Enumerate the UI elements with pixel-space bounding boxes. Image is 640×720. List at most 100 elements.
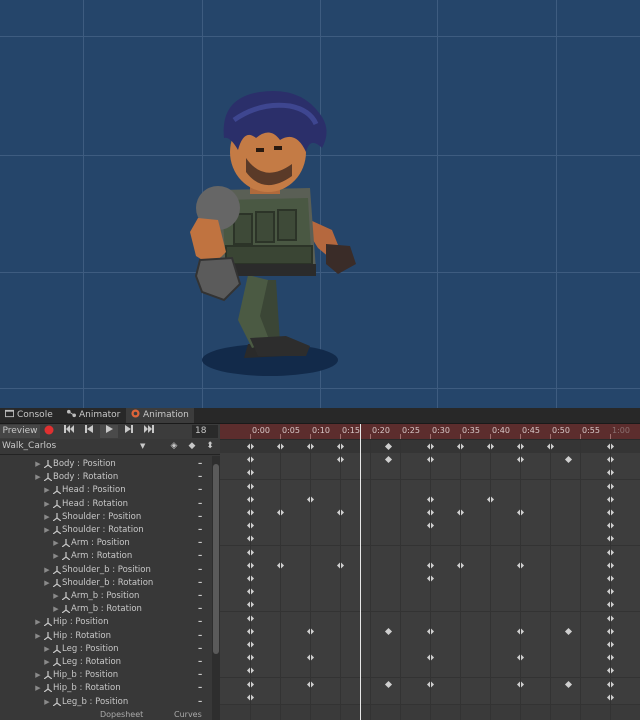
remove-property-icon[interactable]: –: [198, 603, 202, 616]
last-keyframe-button[interactable]: [140, 425, 158, 438]
expand-arrow-icon[interactable]: ▶: [52, 590, 60, 603]
play-button[interactable]: [100, 425, 118, 438]
expand-arrow-icon[interactable]: ▶: [43, 498, 51, 511]
ruler-tick-label: 0:10: [312, 426, 330, 435]
property-row[interactable]: ▶ Leg : Rotation –: [0, 656, 210, 669]
property-row[interactable]: ▶ Arm_b : Rotation –: [0, 603, 210, 616]
property-row[interactable]: ▶ Arm : Rotation –: [0, 550, 210, 563]
property-row[interactable]: ▶ Leg_b : Position –: [0, 696, 210, 709]
event-marker-button[interactable]: ⬍: [204, 440, 216, 453]
property-label: Head : Rotation: [62, 498, 129, 509]
frame-field[interactable]: 18: [192, 425, 218, 438]
remove-property-icon[interactable]: –: [198, 550, 202, 563]
remove-property-icon[interactable]: –: [198, 696, 202, 709]
tab-animation[interactable]: Animation: [126, 408, 194, 423]
transform-icon: [44, 631, 52, 640]
property-row[interactable]: ▶ Hip_b : Rotation –: [0, 682, 210, 695]
expand-arrow-icon[interactable]: ▶: [34, 630, 42, 643]
property-row[interactable]: ▶ Head : Rotation –: [0, 498, 210, 511]
property-row[interactable]: ▶ Shoulder_b : Rotation –: [0, 577, 210, 590]
property-label: Leg : Position: [62, 643, 119, 654]
timeline-grid-line: [340, 440, 341, 720]
remove-property-icon[interactable]: –: [198, 524, 202, 537]
add-keyframe-button[interactable]: ◈: [168, 440, 180, 453]
expand-arrow-icon[interactable]: ▶: [34, 669, 42, 682]
ruler-tick-label: 0:15: [342, 426, 360, 435]
expand-arrow-icon[interactable]: ▶: [43, 511, 51, 524]
expand-arrow-icon[interactable]: ▶: [43, 656, 51, 669]
property-row[interactable]: ▶ Body : Position –: [0, 458, 210, 471]
expand-arrow-icon[interactable]: ▶: [34, 458, 42, 471]
remove-property-icon[interactable]: –: [198, 656, 202, 669]
expand-arrow-icon[interactable]: ▶: [52, 537, 60, 550]
remove-property-icon[interactable]: –: [198, 498, 202, 511]
remove-property-icon[interactable]: –: [198, 471, 202, 484]
first-keyframe-button[interactable]: [60, 425, 78, 438]
remove-property-icon[interactable]: –: [198, 484, 202, 497]
prev-keyframe-button[interactable]: [80, 425, 98, 438]
remove-property-icon[interactable]: –: [198, 511, 202, 524]
expand-arrow-icon[interactable]: ▶: [43, 484, 51, 497]
remove-property-icon[interactable]: –: [198, 537, 202, 550]
property-row[interactable]: ▶ Shoulder : Rotation –: [0, 524, 210, 537]
property-row[interactable]: ▶ Shoulder_b : Position –: [0, 564, 210, 577]
tab-animator[interactable]: Animator: [62, 408, 125, 423]
add-event-button[interactable]: ◆: [186, 440, 198, 453]
scene-view[interactable]: [0, 0, 640, 408]
playhead[interactable]: [360, 424, 361, 720]
expand-arrow-icon[interactable]: ▶: [43, 564, 51, 577]
next-keyframe-button[interactable]: [120, 425, 138, 438]
expand-arrow-icon[interactable]: ▶: [34, 682, 42, 695]
clip-dropdown[interactable]: Walk_Carlos ▼: [0, 440, 150, 453]
tab-console[interactable]: Console: [0, 408, 58, 423]
property-row[interactable]: ▶ Body : Rotation –: [0, 471, 210, 484]
property-row[interactable]: ▶ Hip : Position –: [0, 616, 210, 629]
property-row[interactable]: ▶ Head : Position –: [0, 484, 210, 497]
remove-property-icon[interactable]: –: [198, 682, 202, 695]
ruler-tick-label: 1:00: [612, 426, 630, 435]
property-row[interactable]: ▶ Arm_b : Position –: [0, 590, 210, 603]
property-row[interactable]: ▶ Hip_b : Position –: [0, 669, 210, 682]
expand-arrow-icon[interactable]: ▶: [34, 616, 42, 629]
remove-property-icon[interactable]: –: [198, 643, 202, 656]
remove-property-icon[interactable]: –: [198, 590, 202, 603]
tab-label: Animation: [143, 410, 189, 420]
property-row[interactable]: ▶ Hip : Rotation –: [0, 630, 210, 643]
preview-button[interactable]: Preview: [0, 425, 40, 438]
property-panel: Preview 18 Walk_Carlos ▼ ◈ ◆ ⬍ ▶ Body: …: [0, 424, 220, 720]
ruler-tick: [340, 434, 341, 439]
property-scrollbar[interactable]: [212, 456, 220, 720]
tab-dopesheet[interactable]: Dopesheet: [100, 710, 143, 719]
tab-curves[interactable]: Curves: [174, 710, 202, 719]
expand-arrow-icon[interactable]: ▶: [52, 550, 60, 563]
remove-property-icon[interactable]: –: [198, 616, 202, 629]
character-sprite[interactable]: [160, 80, 380, 390]
property-row[interactable]: ▶ Shoulder : Position –: [0, 511, 210, 524]
clip-bar: Walk_Carlos ▼ ◈ ◆ ⬍: [0, 439, 220, 455]
expand-arrow-icon[interactable]: ▶: [52, 603, 60, 616]
timeline-ruler[interactable]: 0:00 0:05 0:10 0:15 0:20 0:25 0:30 0:35 0:40 0:45…: [220, 424, 640, 440]
ruler-tick: [490, 434, 491, 439]
expand-arrow-icon[interactable]: ▶: [43, 643, 51, 656]
remove-property-icon[interactable]: –: [198, 669, 202, 682]
dopesheet[interactable]: 0:00 0:05 0:10 0:15 0:20 0:25 0:30 0:35 0:40 0:45…: [220, 424, 640, 720]
property-row[interactable]: ▶ Arm : Position –: [0, 537, 210, 550]
transform-icon: [44, 671, 52, 680]
transform-icon: [53, 697, 61, 706]
expand-arrow-icon[interactable]: ▶: [43, 696, 51, 709]
expand-arrow-icon[interactable]: ▶: [34, 471, 42, 484]
keyframe-add-icon: ◈: [170, 441, 178, 451]
expand-arrow-icon[interactable]: ▶: [43, 577, 51, 590]
timeline-grid-line: [610, 440, 611, 720]
expand-arrow-icon[interactable]: ▶: [43, 524, 51, 537]
ruler-tick: [580, 434, 581, 439]
remove-property-icon[interactable]: –: [198, 630, 202, 643]
record-button[interactable]: [42, 425, 56, 438]
property-row[interactable]: ▶ Leg : Position –: [0, 643, 210, 656]
scrollbar-thumb[interactable]: [213, 464, 219, 654]
remove-property-icon[interactable]: –: [198, 577, 202, 590]
ruler-tick-label: 0:20: [372, 426, 390, 435]
remove-property-icon[interactable]: –: [198, 458, 202, 471]
remove-property-icon[interactable]: –: [198, 564, 202, 577]
console-icon: [5, 409, 14, 418]
